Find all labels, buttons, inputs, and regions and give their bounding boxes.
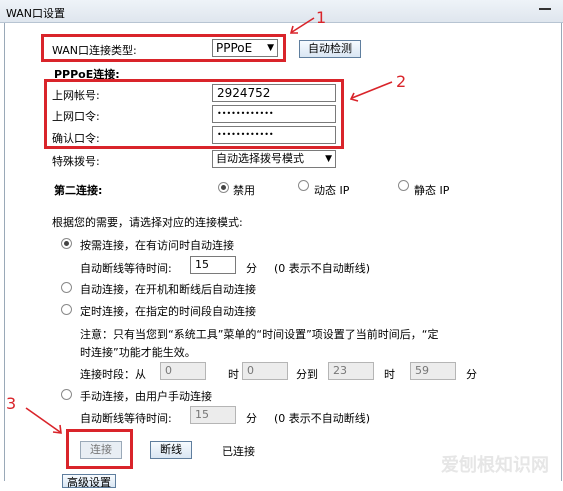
account-input[interactable]: 2924752 <box>212 84 336 102</box>
auto-detect-button[interactable]: 自动检测 <box>299 40 361 58</box>
manual-label: 手动连接，由用户手动连接 <box>80 390 212 403</box>
watermark-text: 爱刨根知识网 <box>441 455 549 476</box>
mode-intro-text: 根据您的需要，请选择对应的连接模式: <box>52 216 243 229</box>
radio-mode-auto[interactable] <box>61 282 72 293</box>
special-dial-value: 自动选择拨号模式 <box>216 152 304 165</box>
annotation-number-3: 3 <box>6 394 17 413</box>
radio-second-static-label: 静态 IP <box>414 184 450 197</box>
timed-label: 定时连接，在指定的时间段自动连接 <box>80 305 256 318</box>
radio-second-disabled-label: 禁用 <box>233 184 255 197</box>
manual-idle-label: 自动断线等待时间: <box>80 412 172 425</box>
account-label: 上网帐号: <box>52 89 100 102</box>
window-title: WAN口设置 <box>6 7 66 20</box>
radio-second-static[interactable] <box>398 180 409 191</box>
timed-to-min-input[interactable]: 59 <box>410 362 456 380</box>
timed-from-hour-input[interactable]: 0 <box>160 362 206 380</box>
timed-note-line1: 注意：只有当您到“系统工具”菜单的“时间设置”项设置了当前时间后，“定 <box>80 328 439 341</box>
dropdown-arrow-icon: ▼ <box>267 43 274 53</box>
radio-second-disabled[interactable] <box>218 182 229 193</box>
radio-mode-on-demand[interactable] <box>61 238 72 249</box>
timed-to-hour-input[interactable]: 23 <box>328 362 374 380</box>
timed-note-line2: 时连接”功能才能生效。 <box>80 346 196 359</box>
special-dial-label: 特殊拨号: <box>52 155 100 168</box>
disconnect-button[interactable]: 断线 <box>150 441 192 459</box>
timed-hour-unit: 时 <box>228 368 239 381</box>
radio-second-dynamic[interactable] <box>298 180 309 191</box>
confirm-label: 确认口令: <box>52 132 100 145</box>
annotation-number-2: 2 <box>396 72 407 91</box>
annotation-number-1: 1 <box>316 8 327 27</box>
radio-mode-timed[interactable] <box>61 304 72 315</box>
wan-type-value: PPPoE <box>216 41 253 55</box>
on-demand-label: 按需连接，在有访问时自动连接 <box>80 239 234 252</box>
advanced-settings-button[interactable]: 高级设置 <box>62 474 116 489</box>
window-titlebar: WAN口设置 <box>0 0 563 23</box>
on-demand-unit: 分 <box>246 262 257 275</box>
timed-to-label: 分到 <box>296 368 318 381</box>
connect-button[interactable]: 连接 <box>80 441 122 459</box>
timed-min-unit: 分 <box>466 368 477 381</box>
second-conn-label: 第二连接: <box>54 184 103 197</box>
on-demand-idle-input[interactable]: 15 <box>190 256 236 274</box>
timed-from-min-input[interactable]: 0 <box>242 362 288 380</box>
auto-label: 自动连接，在开机和断线后自动连接 <box>80 283 256 296</box>
wan-type-label: WAN口连接类型: <box>52 44 137 57</box>
special-dial-select[interactable]: 自动选择拨号模式 ▼ <box>212 150 336 168</box>
connection-status: 已连接 <box>222 445 255 458</box>
minimize-icon[interactable] <box>539 8 551 10</box>
confirm-input[interactable]: •••••••••••• <box>212 126 336 144</box>
manual-unit: 分 <box>246 412 257 425</box>
dropdown-arrow-icon: ▼ <box>325 154 332 164</box>
on-demand-idle-label: 自动断线等待时间: <box>80 262 172 275</box>
timed-hour-unit-2: 时 <box>384 368 395 381</box>
radio-mode-manual[interactable] <box>61 389 72 400</box>
manual-idle-input[interactable]: 15 <box>190 406 236 424</box>
password-input[interactable]: •••••••••••• <box>212 105 336 123</box>
wan-type-select[interactable]: PPPoE ▼ <box>212 39 278 57</box>
password-label: 上网口令: <box>52 110 100 123</box>
manual-hint: (0 表示不自动断线) <box>274 412 371 425</box>
on-demand-hint: (0 表示不自动断线) <box>274 262 371 275</box>
timed-period-label: 连接时段：从 <box>80 368 146 381</box>
radio-second-dynamic-label: 动态 IP <box>314 184 350 197</box>
